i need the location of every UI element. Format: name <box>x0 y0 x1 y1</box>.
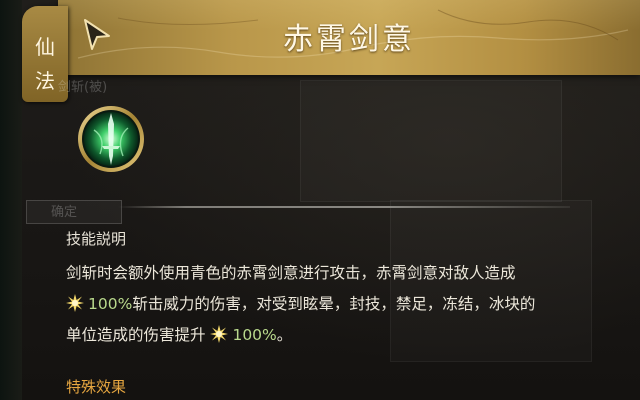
description-line-3-text: 单位造成的伤害提升 <box>66 326 206 344</box>
description-line-2: 100%斩击威力的伤害，对受到眩晕，封技，禁足，冻结，冰块的 <box>66 289 616 320</box>
section-divider <box>118 206 570 208</box>
damage-percent-value: 100% <box>88 295 133 313</box>
damage-burst-icon <box>210 325 229 343</box>
description-line-3: 单位造成的伤害提升 100%。 <box>66 320 616 351</box>
pointer-arrow-icon <box>84 19 110 50</box>
background-faint-button: 确定 <box>26 200 122 224</box>
background-panel <box>300 80 562 202</box>
damage-burst-icon <box>66 294 84 312</box>
bonus-percent-value: 100% <box>232 326 277 344</box>
description-line-1: 剑斩时会额外使用青色的赤霄剑意进行攻击，赤霄剑意对敌人造成 <box>66 264 516 282</box>
description-line-3-end: 。 <box>276 326 293 344</box>
skill-description-heading: 技能説明 <box>66 230 127 248</box>
description-line-2-text: 斩击威力的伤害，对受到眩晕，封技，禁足，冻结，冰块的 <box>132 295 536 313</box>
special-effect-heading: 特殊效果 <box>66 378 127 396</box>
skill-detail-screen: 赤霄剑意 仙 法 剑斩(被) 确定 技能説明 剑斩时会额外使用青色的赤霄剑意进行… <box>0 0 640 400</box>
skill-title: 赤霄剑意 <box>283 22 415 57</box>
background-faint-label: 剑斩(被) <box>58 80 108 95</box>
green-sword-emblem-icon[interactable] <box>76 104 146 174</box>
skill-description: 剑斩时会额外使用青色的赤霄剑意进行攻击，赤霄剑意对敌人造成 100%斩击威力的伤… <box>66 258 616 351</box>
background-left-strip <box>0 0 22 400</box>
